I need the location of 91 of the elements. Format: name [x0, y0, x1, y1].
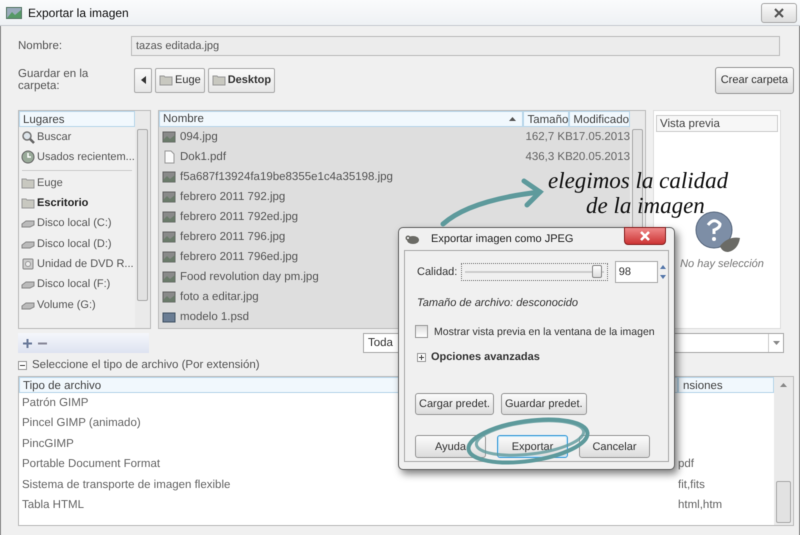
file-type-item[interactable]: PincGIMP: [22, 438, 74, 450]
image-file-icon: [162, 270, 176, 284]
place-item[interactable]: Disco local (C:): [19, 213, 135, 234]
file-type-item[interactable]: Sistema de transporte de imagen flexible: [22, 478, 230, 491]
field-label: Calidad:: [417, 266, 458, 278]
image-file-icon: [162, 170, 176, 184]
field-label: Nombre:: [18, 40, 64, 52]
file-type-item[interactable]: Pincel GIMP (animado): [22, 417, 141, 430]
dialog-title: Exportar imagen como JPEG: [431, 233, 574, 245]
close-button[interactable]: [761, 2, 797, 22]
spin-arrows-icon: [659, 263, 667, 281]
image-file-icon: [162, 230, 176, 244]
add-button[interactable]: [22, 338, 33, 348]
place-item[interactable]: Usados recientem...: [19, 147, 135, 168]
name-field[interactable]: tazas editada.jpg: [131, 36, 780, 56]
file-name[interactable]: 094.jpg: [159, 130, 524, 144]
place-item[interactable]: Unidad de DVD R...: [19, 254, 135, 274]
table-cell-text: 17.05.2013: [572, 131, 630, 143]
place-item[interactable]: Escritorio: [19, 192, 135, 214]
folder-icon: [21, 176, 35, 190]
image-file-icon: [162, 250, 176, 264]
table-cell-text: fit,fits: [678, 478, 706, 491]
column-header[interactable]: Tamaño: [523, 111, 570, 127]
dropdown-arrow-icon: [772, 341, 780, 345]
scrollbar[interactable]: [774, 376, 793, 524]
quality-slider[interactable]: [461, 263, 608, 281]
file-name[interactable]: f5a687f13924fa19be8355e1c4a35198.jpg: [159, 170, 529, 184]
sort-icon: [509, 117, 516, 121]
place-item[interactable]: Disco local (F:): [19, 274, 135, 294]
place-item[interactable]: Disco local (D:): [19, 233, 135, 254]
table-cell-text: html,htm: [678, 499, 724, 512]
clock-icon: [21, 150, 35, 164]
place-item[interactable]: Euge: [19, 172, 135, 193]
table-cell-text: 436,3 KB: [524, 150, 570, 165]
folder-icon: [159, 73, 173, 87]
scroll-up-icon: [780, 382, 787, 386]
file-name[interactable]: Dok1.pdf: [159, 150, 524, 164]
path-button[interactable]: Euge: [155, 68, 205, 92]
create-folder-button[interactable]: Crear carpeta: [714, 66, 794, 94]
column-header[interactable]: Modificado: [569, 111, 630, 127]
place-item[interactable]: Buscar: [19, 127, 135, 148]
slider-thumb[interactable]: [592, 265, 602, 278]
dialog-button[interactable]: Cancelar: [579, 435, 650, 458]
table-cell-text: 162,7 KB: [524, 130, 570, 145]
image-file-icon: [162, 210, 176, 224]
image-file-icon: [162, 310, 176, 324]
file-size-text: Tamaño de archivo: desconocido: [417, 297, 580, 309]
scrollbar[interactable]: [135, 111, 150, 328]
file-name[interactable]: febrero 2011 792ed.jpg: [159, 210, 529, 224]
document-icon: [162, 150, 176, 164]
magnifier-icon: [21, 130, 35, 144]
close-icon: [640, 231, 650, 241]
file-name[interactable]: modelo 1.psd: [159, 310, 529, 324]
column-header: Vista previa: [656, 115, 778, 132]
advanced-options-expander[interactable]: Opciones avanzadas: [417, 351, 658, 363]
checkbox[interactable]: [415, 325, 428, 338]
scrollbar-thumb[interactable]: [776, 480, 791, 522]
folder-icon: [21, 196, 35, 210]
handwritten-note: elegimos la calidad de la imagen: [548, 168, 728, 218]
file-name[interactable]: febrero 2011 796ed.jpg: [159, 250, 529, 264]
column-header[interactable]: Nombre: [159, 111, 524, 127]
scrollbar-thumb[interactable]: [137, 129, 148, 301]
folder-icon: [212, 73, 226, 87]
back-button[interactable]: [134, 68, 152, 92]
image-file-icon: [162, 290, 176, 304]
window-title: Exportar la imagen: [28, 6, 129, 20]
table-cell-text: 20.05.2013: [572, 151, 630, 163]
picture-icon: [6, 6, 22, 18]
disc-drive-icon: [21, 256, 35, 271]
checkbox-label: Mostrar vista previa en la ventana de la imagen: [434, 326, 655, 338]
file-type-item[interactable]: Portable Document Format: [22, 458, 160, 470]
image-file-icon: [162, 130, 176, 144]
mascot-icon: [404, 233, 420, 245]
image-file-icon: [162, 190, 176, 204]
table-cell-text: pdf: [678, 458, 695, 470]
file-type-item[interactable]: Patrón GIMP: [22, 396, 88, 409]
preset-button[interactable]: Cargar predet.: [415, 393, 494, 415]
file-name[interactable]: febrero 2011 792.jpg: [159, 190, 529, 204]
left-arrow-icon: [140, 76, 146, 84]
column-header[interactable]: Lugares: [19, 111, 135, 127]
close-button[interactable]: [624, 227, 666, 245]
plus-icon: [22, 338, 33, 348]
place-item[interactable]: Volume (G:): [19, 294, 135, 315]
close-icon: [774, 8, 784, 18]
field-label: Guardar en la carpeta:: [18, 68, 90, 92]
preview-empty-text: No hay selección: [679, 258, 765, 270]
path-button[interactable]: Desktop: [208, 68, 276, 92]
file-type-expander[interactable]: Seleccione el tipo de archivo (Por extensión): [18, 359, 260, 371]
preset-button[interactable]: Guardar predet.: [500, 393, 587, 415]
column-header[interactable]: nsiones: [678, 376, 774, 392]
file-type-item[interactable]: Tabla HTML: [22, 499, 84, 512]
